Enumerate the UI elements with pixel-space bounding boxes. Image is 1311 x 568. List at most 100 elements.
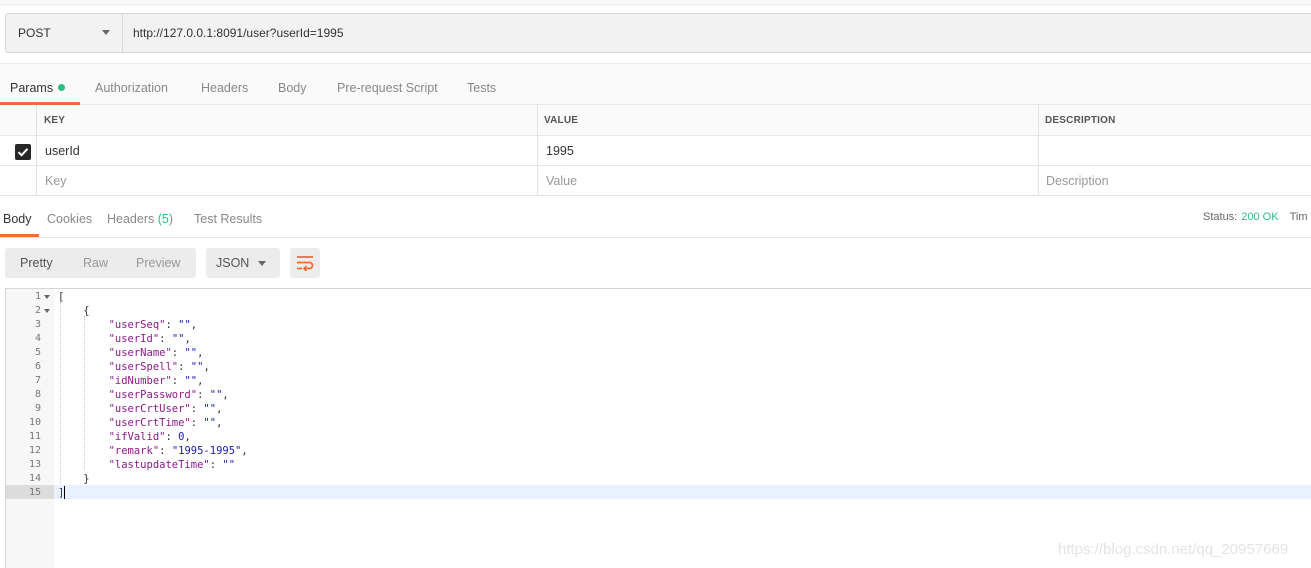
new-description-input[interactable]: Description — [1046, 174, 1109, 188]
new-value-input[interactable]: Value — [546, 174, 577, 188]
chevron-down-icon — [258, 261, 266, 266]
top-divider — [0, 0, 1311, 5]
tab-test-results[interactable]: Test Results — [194, 212, 262, 226]
param-enabled-checkbox[interactable] — [15, 144, 31, 160]
code-line: 10 "userCrtTime": "", — [6, 416, 1311, 430]
active-tab-indicator — [0, 234, 39, 237]
status-badge: 200 OK — [1241, 211, 1279, 223]
request-tabs: Params Authorization Headers Body Pre-re… — [0, 63, 1311, 105]
column-divider — [36, 105, 37, 196]
params-active-dot-icon — [58, 84, 66, 91]
view-mode-segmented-control: Pretty Raw Preview — [5, 248, 196, 278]
code-line: 15] — [6, 486, 1311, 500]
code-line: 13 "lastupdateTime": "" — [6, 458, 1311, 472]
line-number: 15 — [28, 487, 41, 498]
indent-guide — [60, 302, 61, 484]
tab-pre-request-script[interactable]: Pre-request Script — [337, 81, 438, 95]
code-line: 14 } — [6, 472, 1311, 486]
line-number: 6 — [34, 361, 41, 372]
indent-guide — [84, 316, 85, 470]
checkmark-icon — [17, 148, 29, 157]
code-text: "remark": "1995-1995", — [108, 445, 248, 457]
code-line: 3 "userSeq": "", — [6, 318, 1311, 332]
table-row-new: Key Value Description — [0, 166, 1311, 196]
raw-button[interactable]: Raw — [83, 256, 108, 270]
request-bar: POST http://127.0.0.1:8091/user?userId=1… — [5, 13, 1311, 53]
tab-authorization[interactable]: Authorization — [95, 81, 168, 95]
line-number: 9 — [34, 403, 41, 414]
code-line: 1[ — [6, 290, 1311, 304]
fold-toggle-icon[interactable] — [44, 295, 50, 299]
tab-params[interactable]: Params — [10, 81, 66, 95]
line-number: 11 — [28, 431, 41, 442]
code-text: "userCrtTime": "", — [108, 417, 223, 429]
params-table: KEY VALUE DESCRIPTION userId 1995 Key Va… — [0, 105, 1311, 196]
code-text: "userId": "", — [108, 333, 191, 345]
format-select[interactable]: JSON — [206, 248, 280, 278]
watermark: https://blog.csdn.net/qq_20957669 — [1058, 541, 1289, 558]
fold-toggle-icon[interactable] — [44, 309, 50, 313]
headers-count-badge: (5) — [157, 212, 174, 226]
code-line: 4 "userId": "", — [6, 332, 1311, 346]
postman-window: POST http://127.0.0.1:8091/user?userId=1… — [0, 0, 1311, 568]
code-text: "userName": "", — [108, 347, 204, 359]
column-divider — [537, 105, 538, 196]
code-text: "userCrtUser": "", — [108, 403, 223, 415]
line-number: 3 — [34, 319, 41, 330]
line-number: 12 — [28, 445, 41, 456]
line-number: 1 — [34, 291, 41, 302]
code-text: "userSeq": "", — [108, 319, 198, 331]
tab-headers[interactable]: Headers — [201, 81, 248, 95]
response-code-editor[interactable]: 1[2 {3 "userSeq": "", 4 "userId": "", 5 "u… — [5, 288, 1311, 568]
code-text: "userSpell": "", — [108, 361, 210, 373]
status-label: Status: — [1203, 211, 1238, 223]
line-number: 4 — [34, 333, 41, 344]
code-line: 5 "userName": "", — [6, 346, 1311, 360]
new-key-input[interactable]: Key — [45, 174, 67, 188]
format-label: JSON — [216, 256, 250, 270]
tab-params-label: Params — [10, 81, 54, 95]
status-area: Status: 200 OK Tim — [1203, 211, 1307, 223]
response-tabs: Body Cookies Headers (5) Test Results St… — [0, 197, 1311, 238]
method-select[interactable]: POST — [6, 14, 123, 52]
param-key-cell[interactable]: userId — [45, 144, 80, 158]
wrap-lines-icon — [297, 256, 314, 271]
line-number: 14 — [28, 473, 41, 484]
url-input[interactable]: http://127.0.0.1:8091/user?userId=1995 — [133, 26, 344, 40]
tab-tests[interactable]: Tests — [467, 81, 496, 95]
table-row: userId 1995 — [0, 136, 1311, 166]
line-number: 8 — [34, 389, 41, 400]
param-value-cell[interactable]: 1995 — [546, 144, 574, 158]
code-line: 12 "remark": "1995-1995", — [6, 444, 1311, 458]
code-text: "ifValid": 0, — [108, 431, 191, 443]
column-header-description: DESCRIPTION — [1045, 115, 1116, 126]
text-cursor — [64, 486, 65, 499]
line-number: 13 — [28, 459, 41, 470]
method-label: POST — [18, 26, 51, 40]
table-header-row: KEY VALUE DESCRIPTION — [0, 105, 1311, 136]
tab-response-headers[interactable]: Headers (5) — [107, 212, 173, 226]
code-line: 2 { — [6, 304, 1311, 318]
preview-button[interactable]: Preview — [136, 256, 180, 270]
code-line: 6 "userSpell": "", — [6, 360, 1311, 374]
line-number: 7 — [34, 375, 41, 386]
tab-body[interactable]: Body — [278, 81, 307, 95]
code-line: 7 "idNumber": "", — [6, 374, 1311, 388]
tab-response-body[interactable]: Body — [3, 212, 32, 226]
pretty-button[interactable]: Pretty — [20, 256, 53, 270]
column-header-key: KEY — [44, 115, 66, 126]
line-number: 10 — [28, 417, 41, 428]
line-number: 2 — [34, 305, 41, 316]
code-line: 9 "userCrtUser": "", — [6, 402, 1311, 416]
code-text: [ — [58, 291, 65, 303]
tab-response-headers-label: Headers — [107, 212, 155, 226]
line-number: 5 — [34, 347, 41, 358]
time-label: Tim — [1289, 211, 1308, 223]
code-text: } — [58, 473, 90, 485]
code-line: 8 "userPassword": "", — [6, 388, 1311, 402]
code-line: 11 "ifValid": 0, — [6, 430, 1311, 444]
code-text: "idNumber": "", — [108, 375, 204, 387]
wrap-lines-button[interactable] — [290, 248, 320, 278]
column-divider — [1038, 105, 1039, 196]
tab-cookies[interactable]: Cookies — [47, 212, 92, 226]
